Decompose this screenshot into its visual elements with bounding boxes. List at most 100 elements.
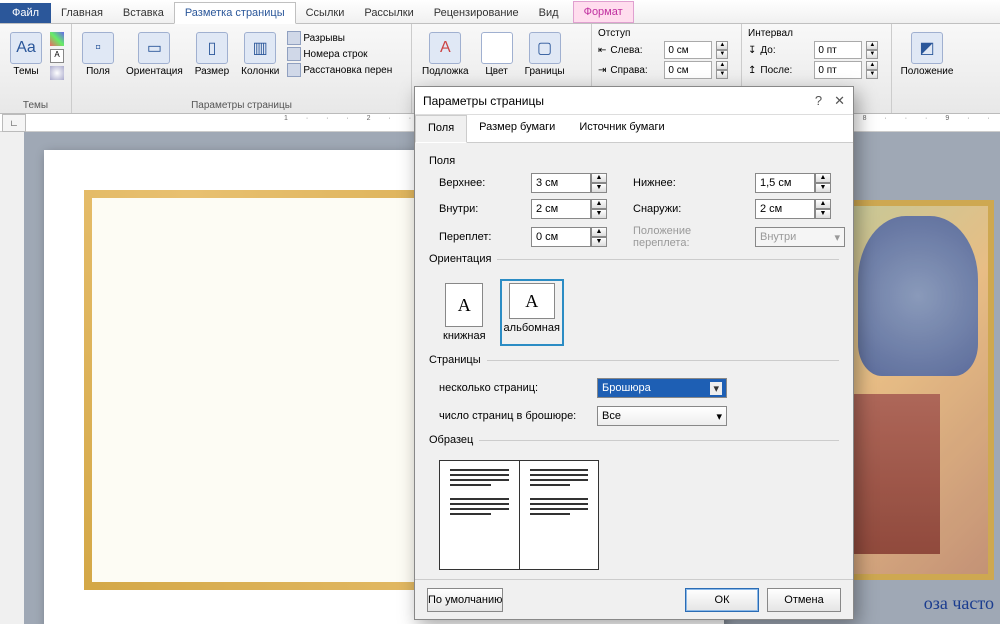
- tab-page-layout[interactable]: Разметка страницы: [174, 2, 296, 24]
- hyphenation-button[interactable]: Расстановка перен: [287, 62, 392, 78]
- indent-right-down[interactable]: ▼: [716, 70, 728, 79]
- margin-inside-label: Внутри:: [439, 203, 519, 215]
- themes-label: Темы: [13, 66, 38, 77]
- margin-top-input[interactable]: [531, 173, 591, 193]
- theme-effects-icon[interactable]: [50, 66, 64, 80]
- gutter-down[interactable]: ▼: [591, 237, 607, 247]
- margins-button[interactable]: ▫Поля: [78, 30, 118, 79]
- watermark-label: Подложка: [422, 66, 469, 77]
- indent-right-input[interactable]: 0 см: [664, 61, 712, 79]
- breaks-button[interactable]: Разрывы: [287, 30, 392, 46]
- gutter-up[interactable]: ▲: [591, 227, 607, 237]
- spacing-after-down[interactable]: ▼: [866, 70, 878, 79]
- sheets-select[interactable]: Все▾: [597, 406, 727, 426]
- margin-bottom-up[interactable]: ▲: [815, 173, 831, 183]
- dialog-tab-margins[interactable]: Поля: [415, 115, 467, 143]
- spacing-after-label: После:: [760, 65, 810, 76]
- line-numbers-button[interactable]: Номера строк: [287, 46, 392, 62]
- tab-insert[interactable]: Вставка: [113, 3, 174, 23]
- spacing-title: Интервал: [748, 28, 885, 39]
- margin-outside-input[interactable]: [755, 199, 815, 219]
- ok-button[interactable]: ОК: [685, 588, 759, 612]
- page-borders-icon: ▢: [529, 32, 561, 64]
- spacing-before-input[interactable]: 0 пт: [814, 41, 862, 59]
- tab-file[interactable]: Файл: [0, 3, 51, 23]
- tab-mailings[interactable]: Рассылки: [354, 3, 423, 23]
- size-button[interactable]: ▯Размер: [191, 30, 233, 79]
- indent-right-label: Справа:: [610, 65, 660, 76]
- margin-outside-up[interactable]: ▲: [815, 199, 831, 209]
- margin-inside-input[interactable]: [531, 199, 591, 219]
- tab-bar: Файл Главная Вставка Разметка страницы С…: [0, 0, 1000, 24]
- cancel-button[interactable]: Отмена: [767, 588, 841, 612]
- gutter-pos-select: Внутри▾: [755, 227, 845, 247]
- position-button[interactable]: ◩Положение: [898, 30, 956, 79]
- margin-top-label: Верхнее:: [439, 177, 519, 189]
- orientation-button[interactable]: ▭Ориентация: [122, 30, 187, 79]
- landscape-label: альбомная: [504, 322, 560, 334]
- dialog-close-button[interactable]: ✕: [834, 93, 845, 109]
- margin-bottom-down[interactable]: ▼: [815, 183, 831, 193]
- dialog-help-button[interactable]: ?: [815, 93, 822, 109]
- orientation-icon: ▭: [138, 32, 170, 64]
- tab-selector[interactable]: ∟: [2, 114, 26, 132]
- spacing-after-input[interactable]: 0 пт: [814, 61, 862, 79]
- preview-page-left: [440, 461, 520, 569]
- margin-bottom-input[interactable]: [755, 173, 815, 193]
- page-color-icon: [481, 32, 513, 64]
- themes-group-label: Темы: [6, 98, 65, 111]
- page-borders-button[interactable]: ▢Границы: [521, 30, 569, 79]
- indent-right-up[interactable]: ▲: [716, 61, 728, 70]
- portrait-icon: A: [445, 283, 483, 327]
- multi-pages-select[interactable]: Брошюра▾: [597, 378, 727, 398]
- line-numbers-label: Номера строк: [303, 49, 367, 60]
- sheets-value: Все: [602, 410, 621, 422]
- position-label: Положение: [901, 66, 954, 77]
- default-button[interactable]: По умолчанию: [427, 588, 503, 612]
- theme-colors-icon[interactable]: [50, 32, 64, 46]
- spacing-before-down[interactable]: ▼: [866, 50, 878, 59]
- columns-label: Колонки: [241, 66, 279, 77]
- tab-references[interactable]: Ссылки: [296, 3, 355, 23]
- indent-left-down[interactable]: ▼: [716, 50, 728, 59]
- sheets-label: число страниц в брошюре:: [439, 410, 589, 422]
- spacing-after-up[interactable]: ▲: [866, 61, 878, 70]
- spacing-before-up[interactable]: ▲: [866, 41, 878, 50]
- themes-icon: Aa: [10, 32, 42, 64]
- section-pages-title: Страницы: [429, 354, 487, 366]
- gutter-label: Переплет:: [439, 231, 519, 243]
- line-numbers-icon: [287, 47, 301, 61]
- orientation-portrait-button[interactable]: A книжная: [439, 279, 490, 346]
- margin-bottom-label: Нижнее:: [633, 177, 743, 189]
- tab-home[interactable]: Главная: [51, 3, 113, 23]
- page-setup-group-label: Параметры страницы: [78, 98, 405, 111]
- spacing-before-label: До:: [760, 45, 810, 56]
- dialog-tab-source[interactable]: Источник бумаги: [567, 115, 676, 142]
- margin-outside-down[interactable]: ▼: [815, 209, 831, 219]
- margin-top-down[interactable]: ▼: [591, 183, 607, 193]
- dialog-titlebar: Параметры страницы ? ✕: [415, 87, 853, 115]
- indent-left-up[interactable]: ▲: [716, 41, 728, 50]
- vertical-ruler[interactable]: [0, 132, 24, 624]
- orientation-landscape-button[interactable]: A альбомная: [500, 279, 564, 346]
- tab-review[interactable]: Рецензирование: [424, 3, 529, 23]
- margin-top-up[interactable]: ▲: [591, 173, 607, 183]
- themes-button[interactable]: Aa Темы: [6, 30, 46, 79]
- section-margins-title: Поля: [429, 155, 839, 167]
- tab-format[interactable]: Формат: [573, 1, 634, 23]
- dialog-tabs: Поля Размер бумаги Источник бумаги: [415, 115, 853, 143]
- dialog-tab-paper[interactable]: Размер бумаги: [467, 115, 567, 142]
- page-text-fragment: оза часто: [924, 593, 994, 614]
- indent-title: Отступ: [598, 28, 735, 39]
- tab-view[interactable]: Вид: [529, 3, 569, 23]
- watermark-button[interactable]: AПодложка: [418, 30, 473, 79]
- indent-left-input[interactable]: 0 см: [664, 41, 712, 59]
- margin-inside-up[interactable]: ▲: [591, 199, 607, 209]
- columns-button[interactable]: ▥Колонки: [237, 30, 283, 79]
- theme-fonts-icon[interactable]: A: [50, 49, 64, 63]
- breaks-label: Разрывы: [303, 33, 345, 44]
- page-color-button[interactable]: Цвет: [477, 30, 517, 79]
- margin-inside-down[interactable]: ▼: [591, 209, 607, 219]
- margins-icon: ▫: [82, 32, 114, 64]
- gutter-input[interactable]: [531, 227, 591, 247]
